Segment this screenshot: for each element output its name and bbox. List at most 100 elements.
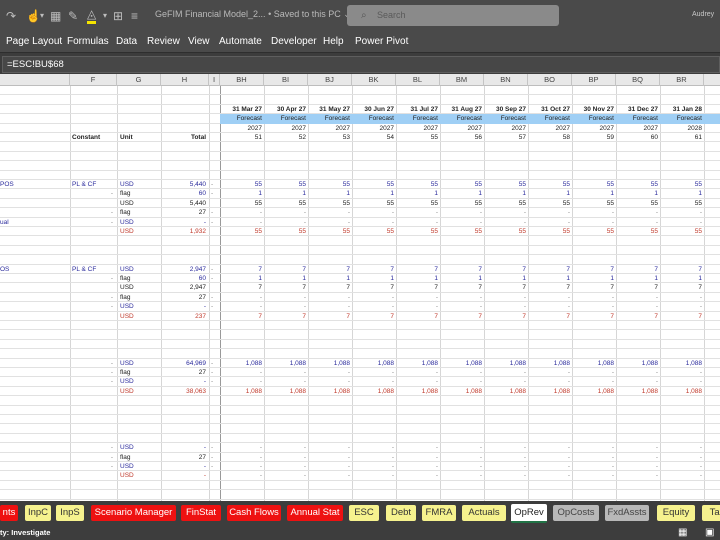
total-cell[interactable]: - xyxy=(161,462,208,471)
period-value-cell[interactable]: 55 xyxy=(220,199,264,208)
period-value-cell[interactable]: 1,088 xyxy=(484,359,528,368)
table-icon[interactable]: ▦ xyxy=(50,8,61,24)
period-year[interactable]: 2027 xyxy=(220,124,264,133)
period-value-cell[interactable]: - xyxy=(572,302,616,311)
constant-header[interactable]: Constant xyxy=(72,133,117,142)
period-value-cell[interactable]: 7 xyxy=(616,265,660,274)
period-value-cell[interactable]: - xyxy=(484,293,528,302)
period-value-cell[interactable]: 1 xyxy=(660,274,704,283)
page-layout-view-icon[interactable]: ▣ xyxy=(705,525,714,540)
period-value-cell[interactable]: - xyxy=(528,302,572,311)
column-header-bj[interactable]: BJ xyxy=(308,74,352,86)
period-value-cell[interactable]: - xyxy=(264,453,308,462)
redo-icon[interactable]: ↷ xyxy=(6,8,16,24)
period-value-cell[interactable]: 1,088 xyxy=(308,387,352,396)
period-value-cell[interactable]: - xyxy=(572,368,616,377)
period-number[interactable]: 55 xyxy=(396,133,440,142)
period-value-cell[interactable]: 55 xyxy=(660,227,704,236)
period-date[interactable]: 31 Aug 27 xyxy=(440,105,484,114)
period-value-cell[interactable]: - xyxy=(396,208,440,217)
tab-help[interactable]: Help xyxy=(323,36,344,47)
i-cell[interactable]: - xyxy=(209,462,220,471)
period-value-cell[interactable]: - xyxy=(220,302,264,311)
period-value-cell[interactable]: 7 xyxy=(572,312,616,321)
unit-cell[interactable]: USD xyxy=(120,218,160,227)
period-status[interactable]: Forecast xyxy=(396,114,440,124)
i-cell[interactable] xyxy=(209,283,220,292)
tab-view[interactable]: View xyxy=(188,36,210,47)
period-value-cell[interactable]: 7 xyxy=(572,265,616,274)
period-value-cell[interactable]: - xyxy=(572,471,616,480)
period-value-cell[interactable]: 1,088 xyxy=(352,387,396,396)
period-date[interactable]: 31 Jul 27 xyxy=(396,105,440,114)
period-value-cell[interactable]: - xyxy=(308,453,352,462)
period-value-cell[interactable]: 1,088 xyxy=(528,387,572,396)
period-date[interactable]: 31 Jan 28 xyxy=(660,105,704,114)
period-year[interactable]: 2027 xyxy=(396,124,440,133)
row-label[interactable] xyxy=(0,274,70,283)
sheet-tab-debt[interactable]: Debt xyxy=(386,505,416,521)
period-value-cell[interactable]: - xyxy=(396,218,440,227)
total-cell[interactable]: - xyxy=(161,443,208,452)
period-value-cell[interactable]: 7 xyxy=(440,283,484,292)
sheet-tab-equity[interactable]: Equity xyxy=(657,505,695,521)
period-value-cell[interactable]: - xyxy=(308,471,352,480)
column-header-bk[interactable]: BK xyxy=(352,74,396,86)
period-value-cell[interactable]: - xyxy=(352,377,396,386)
period-value-cell[interactable]: - xyxy=(616,302,660,311)
period-year[interactable]: 2027 xyxy=(572,124,616,133)
period-date[interactable]: 30 Nov 27 xyxy=(572,105,616,114)
row-label[interactable] xyxy=(0,471,70,480)
period-value-cell[interactable]: 7 xyxy=(264,312,308,321)
period-value-cell[interactable]: - xyxy=(220,443,264,452)
period-value-cell[interactable]: - xyxy=(616,453,660,462)
period-status[interactable]: Forecast xyxy=(660,114,704,124)
period-value-cell[interactable]: 1,088 xyxy=(352,359,396,368)
period-value-cell[interactable]: 1,088 xyxy=(308,359,352,368)
period-value-cell[interactable]: - xyxy=(616,462,660,471)
period-value-cell[interactable]: - xyxy=(352,368,396,377)
period-value-cell[interactable]: 55 xyxy=(220,180,264,189)
period-value-cell[interactable]: - xyxy=(308,208,352,217)
period-value-cell[interactable]: - xyxy=(308,302,352,311)
period-date[interactable]: 30 Sep 27 xyxy=(484,105,528,114)
period-value-cell[interactable]: 55 xyxy=(264,180,308,189)
period-value-cell[interactable]: 1,088 xyxy=(264,387,308,396)
unit-cell[interactable]: USD xyxy=(120,265,160,274)
period-value-cell[interactable]: - xyxy=(484,368,528,377)
period-value-cell[interactable]: 7 xyxy=(660,283,704,292)
constant-cell[interactable] xyxy=(72,387,115,396)
unit-cell[interactable]: flag xyxy=(120,189,160,198)
period-value-cell[interactable]: 1,088 xyxy=(440,359,484,368)
period-value-cell[interactable]: 55 xyxy=(572,199,616,208)
period-value-cell[interactable]: - xyxy=(220,293,264,302)
unit-cell[interactable]: USD xyxy=(120,302,160,311)
period-value-cell[interactable]: 1,088 xyxy=(396,359,440,368)
period-value-cell[interactable]: - xyxy=(484,302,528,311)
period-value-cell[interactable]: 7 xyxy=(528,312,572,321)
period-status[interactable]: Forecast xyxy=(484,114,528,124)
period-value-cell[interactable]: - xyxy=(484,462,528,471)
period-value-cell[interactable]: - xyxy=(440,218,484,227)
period-value-cell[interactable]: 1 xyxy=(572,274,616,283)
period-value-cell[interactable]: - xyxy=(220,453,264,462)
period-value-cell[interactable]: - xyxy=(528,208,572,217)
period-value-cell[interactable]: 1 xyxy=(396,189,440,198)
row-label[interactable] xyxy=(0,453,70,462)
period-value-cell[interactable]: 1 xyxy=(220,189,264,198)
period-number[interactable]: 54 xyxy=(352,133,396,142)
period-value-cell[interactable]: - xyxy=(440,302,484,311)
period-value-cell[interactable]: - xyxy=(352,293,396,302)
constant-cell[interactable]: - xyxy=(72,368,115,377)
i-cell[interactable]: - xyxy=(209,293,220,302)
i-cell[interactable] xyxy=(209,471,220,480)
period-status[interactable]: Forecast xyxy=(220,114,264,124)
i-cell[interactable] xyxy=(209,227,220,236)
period-date[interactable]: 31 Dec 27 xyxy=(616,105,660,114)
period-value-cell[interactable]: 1 xyxy=(660,189,704,198)
period-number[interactable]: 58 xyxy=(528,133,572,142)
period-value-cell[interactable]: - xyxy=(616,377,660,386)
period-value-cell[interactable]: 7 xyxy=(352,312,396,321)
column-header-e[interactable] xyxy=(0,74,70,86)
i-cell[interactable]: - xyxy=(209,453,220,462)
